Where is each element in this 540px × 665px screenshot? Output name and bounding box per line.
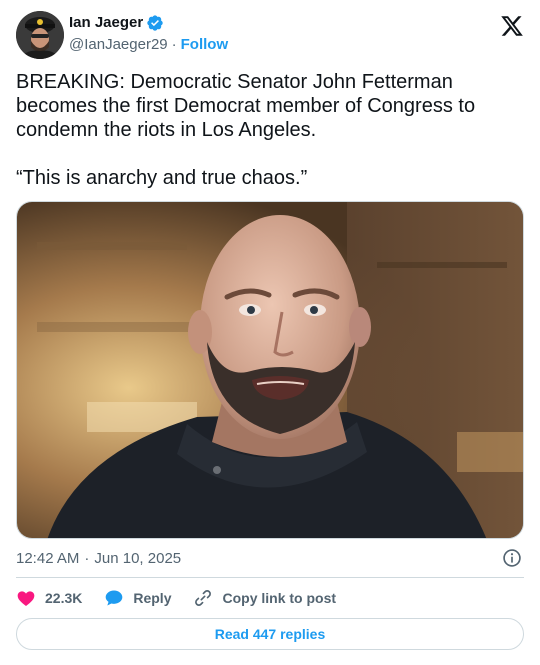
follow-link[interactable]: Follow	[181, 35, 229, 55]
meta-separator: ·	[84, 549, 90, 567]
copy-link-button[interactable]: Copy link to post	[193, 588, 336, 608]
tweet-photo[interactable]	[16, 201, 524, 539]
copy-link-label: Copy link to post	[222, 590, 337, 606]
reply-button[interactable]: Reply	[104, 588, 171, 608]
tweet-meta: 12:42 AM · Jun 10, 2025	[16, 548, 524, 568]
author-handle-row: @IanJaeger29 · Follow	[69, 35, 228, 55]
read-replies-button[interactable]: Read 447 replies	[16, 618, 524, 650]
reply-label: Reply	[133, 590, 172, 606]
tweet-header: Ian Jaeger @IanJaeger29 · Follow	[16, 11, 524, 59]
like-count: 22.3K	[45, 590, 83, 606]
tweet-time[interactable]: 12:42 AM	[16, 550, 79, 567]
like-button[interactable]: 22.3K	[16, 588, 82, 608]
handle-separator: ·	[171, 36, 177, 53]
verified-badge-icon	[147, 15, 163, 31]
author-handle[interactable]: @IanJaeger29	[69, 35, 168, 55]
info-icon[interactable]	[502, 548, 522, 568]
divider	[16, 577, 524, 578]
speech-bubble-icon	[106, 590, 123, 606]
author-display-name[interactable]: Ian Jaeger	[69, 14, 143, 32]
tweet-date[interactable]: Jun 10, 2025	[94, 550, 181, 567]
x-logo-icon[interactable]	[500, 14, 524, 38]
avatar[interactable]	[16, 11, 64, 59]
link-icon	[195, 590, 212, 606]
author-name-row: Ian Jaeger	[69, 14, 164, 32]
heart-icon	[17, 591, 35, 606]
action-bar: 22.3K Reply Copy link to post	[16, 587, 524, 609]
tweet-text: BREAKING: Democratic Senator John Fetter…	[16, 71, 476, 189]
